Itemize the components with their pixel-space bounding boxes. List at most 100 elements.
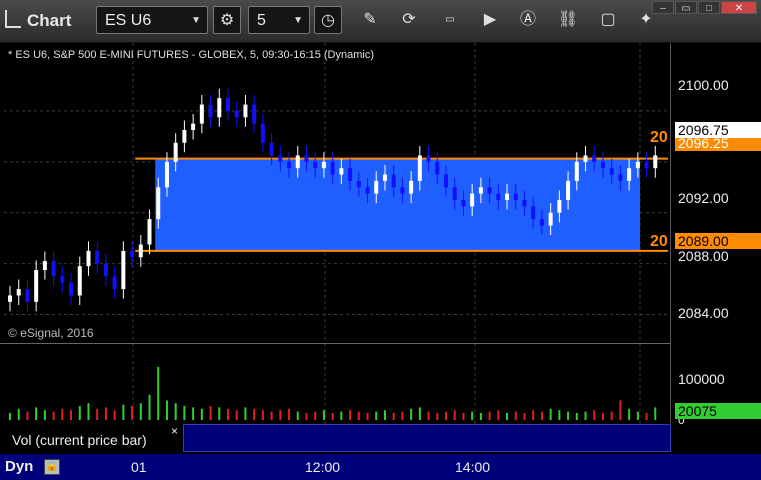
candle-body [86,250,91,267]
volume-bar [514,411,517,420]
time-axis-label: 14:00 [455,459,491,475]
candle-body [409,180,414,194]
candle-body [182,130,187,143]
candle-body [557,200,562,213]
volume-bar [279,410,282,420]
volume-pane-divider[interactable] [0,343,670,344]
volume-bar [601,413,604,420]
volume-bar [593,410,596,420]
candle-body [452,187,457,200]
mode-label[interactable]: Dyn [5,458,33,475]
candle-body [583,155,588,162]
volume-bar [331,413,334,420]
volume-bar [174,403,177,420]
close-study-icon[interactable]: × [171,424,178,438]
lock-icon[interactable]: 🔒 [44,459,60,475]
candle-body [252,104,257,124]
candle-body [304,155,309,162]
candle-body [566,180,571,200]
candle-body [226,98,230,111]
volume-bar [131,406,134,420]
price-axis-label: 2084.00 [678,305,729,321]
volume-bar [235,410,238,420]
candle-body [42,261,47,270]
price-chart[interactable] [0,0,761,480]
volume-bar [288,408,291,420]
volume-bar [165,400,168,420]
candle-body [470,193,475,207]
volume-bar [261,410,264,420]
candle-body [69,282,74,296]
candle-body [287,161,292,169]
candle-body [313,161,318,169]
volume-bar [506,413,509,420]
candle-body [25,289,30,302]
candle-body [478,187,483,194]
volume-bar [192,407,195,420]
study-strip [183,424,671,452]
volume-bar [96,408,99,420]
volume-bar [253,408,256,420]
candle-body [95,250,100,264]
candle-body [121,250,126,290]
volume-bar [78,406,81,420]
volume-bar [488,411,491,420]
volume-bar [619,400,622,420]
volume-bar [584,411,587,420]
volume-bar [218,407,221,420]
candle-body [374,180,379,194]
volume-bar [645,413,648,420]
time-axis-bar[interactable] [0,454,761,480]
candle-body [16,289,21,296]
volume-bar [479,413,482,420]
candle-body [635,161,640,169]
volume-bar [418,407,421,420]
candle-body [592,155,597,162]
volume-bar [445,411,447,420]
candle-body [548,212,553,226]
volume-bar [322,410,325,420]
volume-bar [436,413,439,420]
volume-bars [9,366,657,420]
volume-bar [610,411,613,420]
price-axis-border [670,43,671,423]
volume-bar [427,411,430,420]
chart-caption: * ES U6, S&P 500 E-MINI FUTURES - GLOBEX… [8,49,374,61]
volume-bar [35,407,38,420]
candle-body [653,155,658,169]
candle-body [627,168,632,181]
candle-body [382,174,387,181]
volume-last-tag: 20075 [675,403,761,419]
candle-body [461,200,466,207]
candle-body [147,219,152,245]
volume-bar [61,408,64,420]
candle-body [505,193,510,200]
upper-level-label: 20 [650,129,668,146]
candle-body [51,261,56,277]
candle-body [208,104,213,118]
candle-body [417,155,422,181]
highlight-band[interactable] [155,158,641,251]
candle-body [330,161,335,175]
volume-bar [410,408,413,420]
volume-bar [392,413,395,420]
volume-study-label[interactable]: Vol (current price bar) [4,428,181,452]
volume-bar [43,410,46,420]
candle-body [34,270,39,302]
candle-body [217,98,222,118]
volume-bar [157,366,160,420]
volume-bar [540,411,543,420]
candle-body [269,142,274,156]
candle-body [539,219,544,226]
time-axis-label: 12:00 [305,459,341,475]
candle-body [112,276,117,290]
chart-window: Chart ES U6 ▼ ⚙ 5 ▼ ◷ ✎ ⟳ ▭ ▶ Ⓐ ⛓ ▢ ✦ – … [0,0,761,480]
candle-body [600,161,605,169]
volume-bar [575,413,578,420]
volume-bar [296,411,299,420]
last-price-tag: 2096.75 [675,122,761,138]
volume-bar [567,411,570,420]
volume-bar [558,410,561,420]
volume-bar [139,403,142,420]
volume-bar [497,410,500,420]
